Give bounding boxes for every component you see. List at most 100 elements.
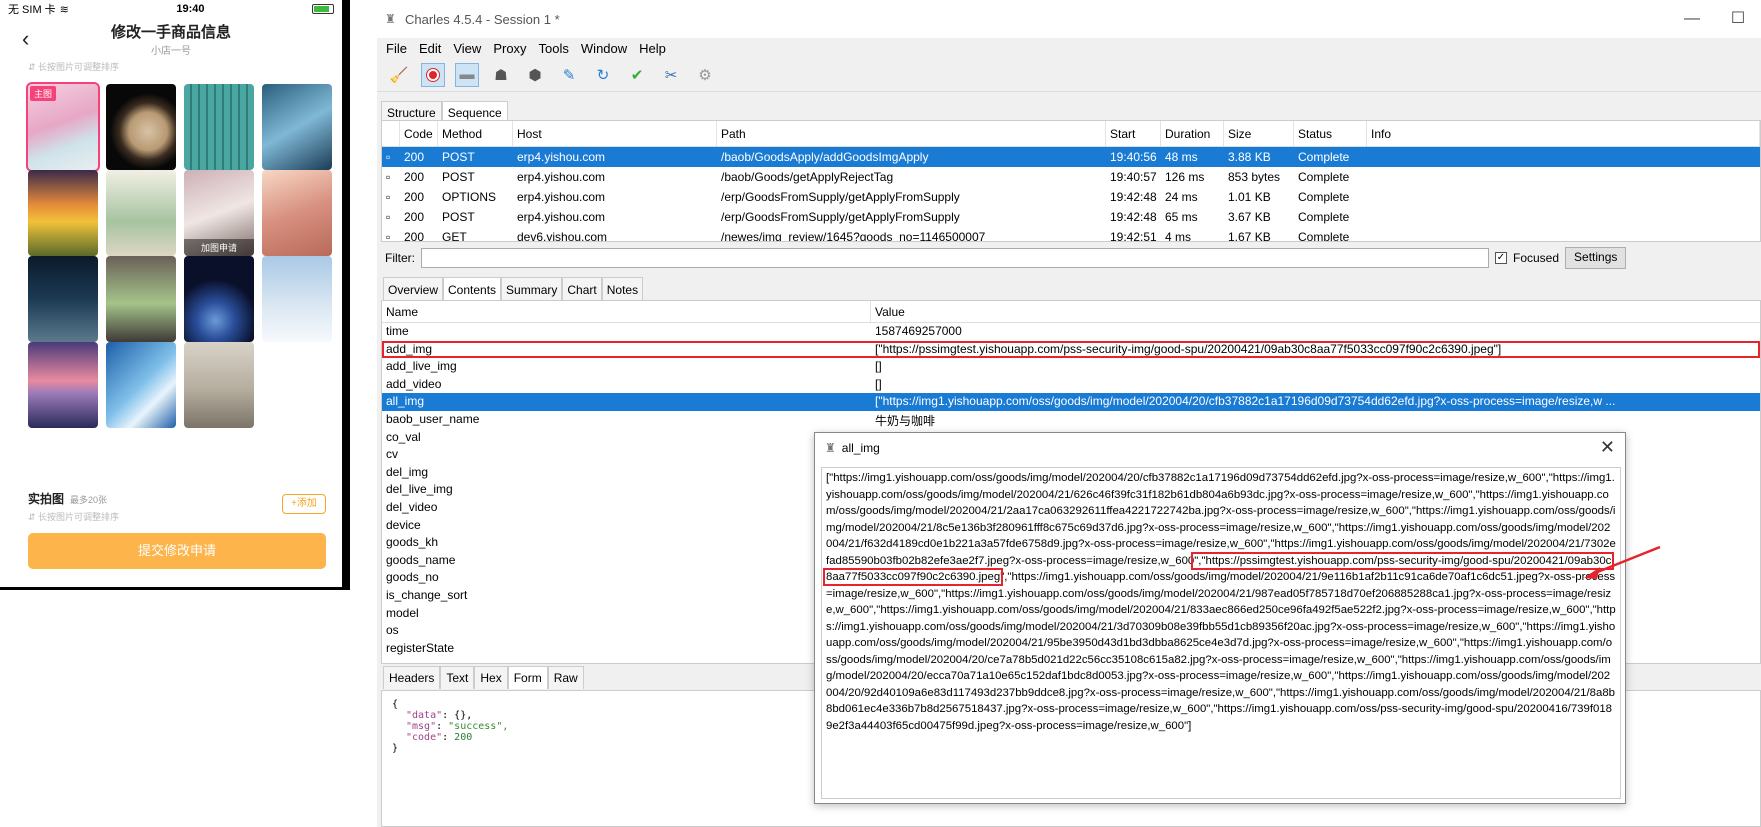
form-row-value: [] <box>875 376 882 391</box>
form-row[interactable]: time 1587469257000 <box>382 323 1760 341</box>
form-row-name: goods_name <box>386 552 456 567</box>
col-size[interactable]: Size <box>1224 121 1294 146</box>
image-tile[interactable] <box>28 342 98 428</box>
filter-input[interactable] <box>421 248 1489 268</box>
col-method[interactable]: Method <box>438 121 513 146</box>
image-tile[interactable] <box>28 256 98 342</box>
tab-summary[interactable]: Summary <box>501 277 563 302</box>
focused-checkbox[interactable]: ✓ <box>1495 252 1507 264</box>
json-value: 200 <box>454 732 473 743</box>
tab-hex[interactable]: Hex <box>474 666 508 689</box>
charles-logo-icon: ♜ <box>825 441 836 455</box>
form-row[interactable]: add_live_img [] <box>382 358 1760 376</box>
image-tile[interactable] <box>106 342 176 428</box>
form-row-name: registerState <box>386 640 455 655</box>
request-size: 3.67 KB <box>1228 210 1271 224</box>
col-duration[interactable]: Duration <box>1161 121 1224 146</box>
form-row-value: [] <box>875 359 882 374</box>
close-icon[interactable]: ✕ <box>1600 437 1615 458</box>
broom-icon[interactable]: 🧹 <box>387 63 411 87</box>
throttle-icon[interactable]: ▬ <box>455 62 479 87</box>
turtle-icon[interactable]: ☗ <box>489 63 513 87</box>
form-row[interactable]: add_video [] <box>382 376 1760 394</box>
form-row-value: 牛奶与咖啡 <box>875 413 936 428</box>
tab-form[interactable]: Form <box>507 666 548 689</box>
image-tile[interactable] <box>262 256 332 342</box>
image-tile[interactable] <box>184 84 254 170</box>
form-col-name[interactable]: Name <box>382 301 871 322</box>
form-row[interactable]: add_img ["https://pssimgtest.yishouapp.co… <box>382 340 1760 359</box>
breakpoint-icon[interactable]: ⬢ <box>523 63 547 87</box>
add-image-caption: 加图申请 <box>184 239 254 256</box>
form-row-name: all_img <box>386 394 425 409</box>
menu-proxy[interactable]: Proxy <box>493 41 526 56</box>
request-duration: 48 ms <box>1165 150 1198 164</box>
minimize-icon[interactable]: — <box>1669 0 1715 38</box>
back-icon[interactable]: ‹ <box>22 26 29 52</box>
validate-icon[interactable]: ✔ <box>625 63 649 87</box>
request-row[interactable]: ▫ 200 GET dev6.yishou.com/newes/img_review/… <box>382 227 1760 241</box>
tab-raw[interactable]: Raw <box>547 666 584 689</box>
menu-file[interactable]: File <box>386 41 407 56</box>
record-icon[interactable] <box>421 62 445 87</box>
dialog-title: all_img <box>841 441 880 455</box>
tab-text[interactable]: Text <box>440 666 475 689</box>
image-tile[interactable] <box>184 256 254 342</box>
col-status[interactable]: Status <box>1294 121 1367 146</box>
form-col-value[interactable]: Value <box>871 301 1760 322</box>
submit-button[interactable]: 提交修改申请 <box>28 533 326 569</box>
col-code[interactable]: Code <box>400 121 438 146</box>
menu-window[interactable]: Window <box>581 41 627 56</box>
menu-edit[interactable]: Edit <box>419 41 441 56</box>
request-row[interactable]: ▫ 200 POST erp4.yishou.com/baob/Goods/getAp… <box>382 167 1760 187</box>
request-rows: ▫ 200 POST erp4.yishou.com/baob/GoodsApply/… <box>382 147 1760 241</box>
request-path: /baob/Goods/getApplyRejectTag <box>721 170 894 184</box>
request-row[interactable]: ▫ 200 POST erp4.yishou.com/baob/GoodsApply/… <box>382 147 1760 167</box>
tab-notes[interactable]: Notes <box>601 277 644 302</box>
request-path: /erp/GoodsFromSupply/getApplyFromSupply <box>721 210 960 224</box>
tab-overview[interactable]: Overview <box>383 277 444 302</box>
settings-button[interactable]: Settings <box>1565 247 1627 269</box>
form-row[interactable]: baob_user_name 牛奶与咖啡 <box>382 411 1760 429</box>
col-path[interactable]: Path <box>717 121 1106 146</box>
menu-tools[interactable]: Tools <box>539 41 569 56</box>
tools-icon[interactable]: ✂ <box>659 63 683 87</box>
request-info <box>1367 227 1760 241</box>
real-photos-title-text: 实拍图 <box>28 492 65 506</box>
tab-contents[interactable]: Contents <box>443 277 502 302</box>
col-host[interactable]: Host <box>513 121 717 146</box>
repeat-icon[interactable]: ↻ <box>591 63 615 87</box>
image-tile[interactable] <box>106 170 176 256</box>
maximize-icon[interactable]: ☐ <box>1715 0 1761 38</box>
col-info[interactable]: Info <box>1367 121 1760 146</box>
form-row-name: goods_no <box>386 570 439 585</box>
tab-headers[interactable]: Headers <box>383 666 441 689</box>
tab-chart[interactable]: Chart <box>562 277 602 302</box>
form-row-name: baob_user_name <box>386 411 480 426</box>
image-tile[interactable] <box>106 84 176 170</box>
dialog-text-area[interactable]: ["https://img1.yishouapp.com/oss/goods/i… <box>821 467 1621 799</box>
settings-gear-icon[interactable]: ⚙ <box>693 63 717 87</box>
request-duration: 126 ms <box>1165 170 1205 184</box>
image-tile[interactable]: 主图 <box>26 82 100 172</box>
menu-view[interactable]: View <box>453 41 481 56</box>
image-tile[interactable] <box>106 256 176 342</box>
image-tile[interactable] <box>184 342 254 428</box>
form-row-name: del_video <box>386 499 438 514</box>
request-info <box>1367 207 1760 227</box>
request-method: POST <box>442 210 475 224</box>
request-row[interactable]: ▫ 200 POST erp4.yishou.com/erp/GoodsFromSup… <box>382 207 1760 227</box>
compose-icon[interactable]: ✎ <box>557 63 581 87</box>
menu-help[interactable]: Help <box>639 41 666 56</box>
col-start[interactable]: Start <box>1106 121 1161 146</box>
image-tile[interactable]: 加图申请 <box>184 170 254 256</box>
image-tile[interactable] <box>262 84 332 170</box>
form-row[interactable]: all_img ["https://img1.yishouapp.com/oss/… <box>382 393 1760 411</box>
image-tile[interactable] <box>262 170 332 256</box>
request-info <box>1367 147 1760 167</box>
form-row-name: del_live_img <box>386 482 453 497</box>
image-tile[interactable] <box>28 170 98 256</box>
request-row[interactable]: ▫ 200 OPTIONS erp4.yishou.com/erp/GoodsFrom… <box>382 187 1760 207</box>
add-photo-button[interactable]: +添加 <box>282 494 326 514</box>
request-method: POST <box>442 170 475 184</box>
